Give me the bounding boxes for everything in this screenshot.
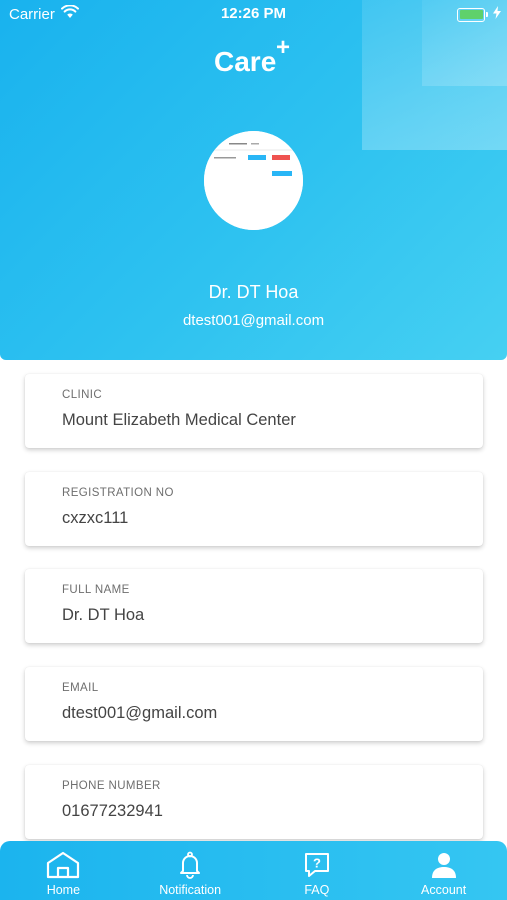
bell-icon [179, 850, 201, 880]
field-value: Dr. DT Hoa [62, 606, 145, 624]
field-value: Mount Elizabeth Medical Center [62, 411, 296, 429]
tab-label: Notification [159, 883, 222, 897]
full-name-field[interactable]: FULL NAME Dr. DT Hoa [25, 569, 483, 643]
faq-icon: ? [303, 850, 331, 880]
field-label: PHONE NUMBER [62, 780, 161, 792]
field-value: dtest001@gmail.com [62, 704, 218, 722]
clinic-field[interactable]: CLINIC Mount Elizabeth Medical Center [25, 374, 483, 448]
svg-text:?: ? [313, 856, 321, 871]
battery-icon [457, 7, 488, 22]
logo-plus-mark: + [276, 34, 291, 61]
field-value: cxzxc111 [62, 509, 129, 527]
tab-bar: Home Notification ? FAQ Account [0, 841, 507, 900]
phone-number-field[interactable]: PHONE NUMBER 01677232941 [25, 765, 483, 839]
home-icon [46, 850, 80, 880]
registration-no-field[interactable]: REGISTRATION NO cxzxc111 [25, 472, 483, 546]
field-label: CLINIC [62, 389, 103, 401]
field-label: FULL NAME [62, 584, 130, 596]
doctor-name: Dr. DT Hoa [208, 282, 299, 302]
profile-header: Carrier 12:26 PM Care + Dr. DT Hoa dtest… [0, 0, 507, 360]
tab-label: Home [46, 883, 81, 897]
tab-home[interactable]: Home [0, 841, 127, 900]
field-label: REGISTRATION NO [62, 487, 174, 499]
field-label: EMAIL [62, 682, 99, 694]
logo-text: Care [214, 46, 277, 77]
avatar-image [204, 131, 303, 230]
app-logo: Care + [214, 34, 290, 78]
charging-bolt-icon [493, 6, 501, 23]
doctor-email: dtest001@gmail.com [182, 312, 325, 329]
tab-account[interactable]: Account [380, 841, 507, 900]
tab-notification[interactable]: Notification [127, 841, 254, 900]
battery-indicator [457, 6, 501, 23]
avatar[interactable] [204, 131, 303, 230]
battery-level [459, 10, 483, 19]
tab-label: Account [421, 883, 467, 897]
field-value: 01677232941 [62, 802, 163, 820]
tab-label: FAQ [304, 883, 330, 897]
email-field[interactable]: EMAIL dtest001@gmail.com [25, 667, 483, 741]
account-icon [431, 850, 457, 880]
status-time: 12:26 PM [220, 5, 287, 22]
tab-faq[interactable]: ? FAQ [254, 841, 381, 900]
status-bar: Carrier 12:26 PM [0, 0, 507, 28]
